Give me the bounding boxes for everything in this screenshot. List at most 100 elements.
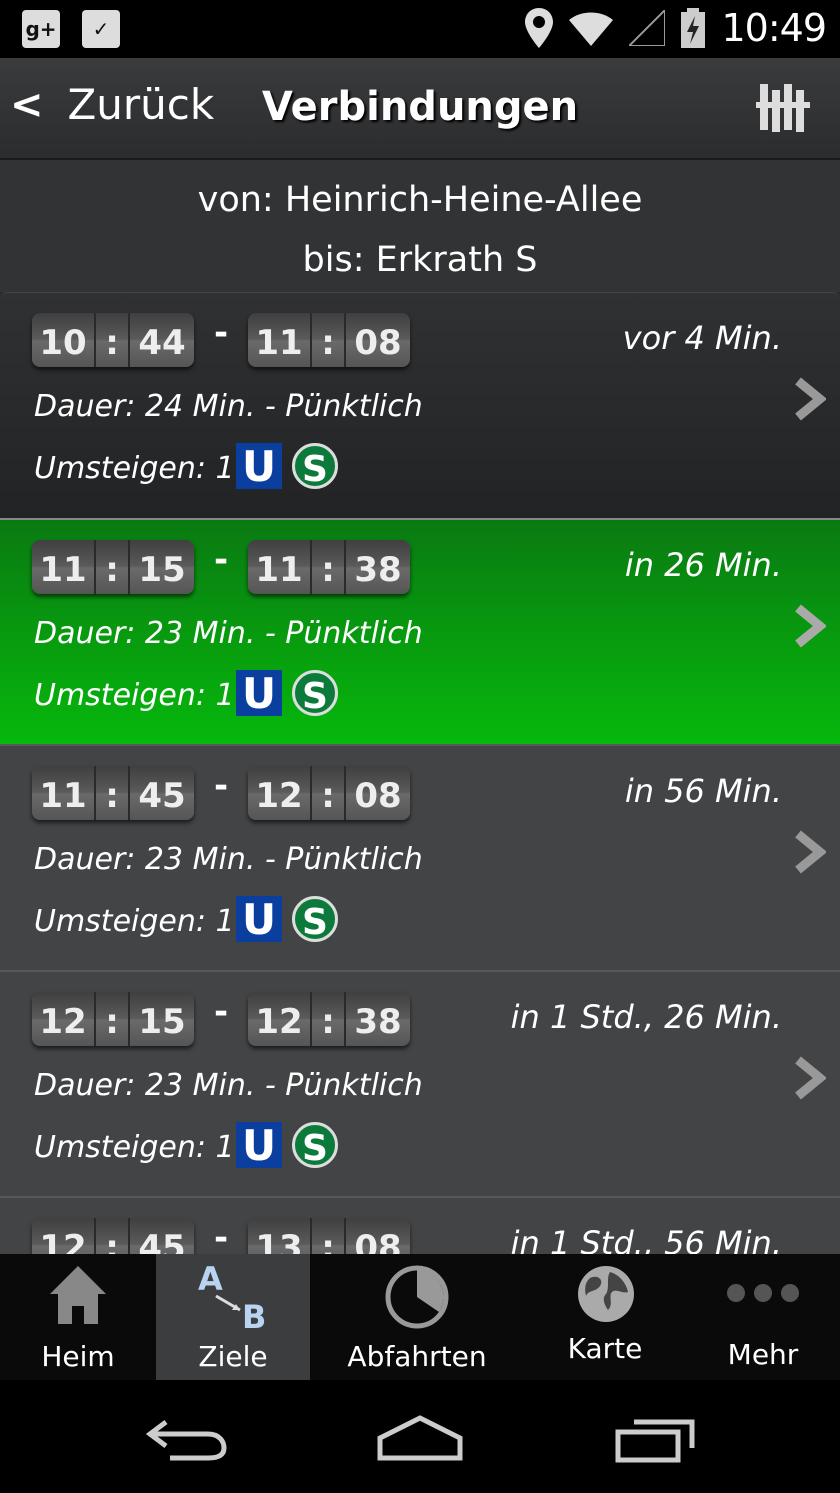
clock-pie-icon [385,1265,449,1329]
bottom-tab-bar: Heim A B Ziele Abfahrten Karte Mehr [0,1254,840,1380]
time-range: 12 : 45 - 13 : 08 [32,1218,410,1254]
time-dash: - [213,1218,229,1254]
departure-minute: 45 [138,1228,186,1254]
location-pin-icon [525,8,554,48]
arrival-hour: 11 [248,313,312,367]
departure-hour: 12 [32,1218,96,1254]
departure-minute: 44 [138,323,186,363]
arrival-minute: 38 [354,1002,402,1042]
connection-list[interactable]: 10 : 44 - 11 : 08 vor 4 Min. Dauer: 24 M… [0,292,840,1254]
status-time: 10:49 [721,6,827,50]
arrival-time: 11 : 08 [248,313,410,367]
duration-text: Dauer: 23 Min. - Pünktlich [34,842,423,877]
departure-hour: 10 [32,313,96,367]
tab-heim[interactable]: Heim [0,1254,156,1380]
arrival-hour: 12 [248,992,312,1046]
connection-row[interactable]: 12 : 45 - 13 : 08 in 1 Std., 56 Min. [0,1196,840,1254]
arrival-hour: 11 [248,540,312,594]
time-dash: - [213,313,229,353]
a-to-b-icon: A B [198,1260,266,1332]
nav-home-icon[interactable] [376,1414,464,1462]
time-dash: - [213,992,229,1032]
chevron-right-icon [795,830,826,874]
more-dots-icon [727,1284,799,1302]
connection-row[interactable]: 11 : 45 - 12 : 08 in 56 Min. Dauer: 23 M… [0,744,840,970]
time-colon: : [96,313,130,367]
u-bahn-badge: U [236,896,282,944]
tab-ziele[interactable]: A B Ziele [156,1254,310,1380]
connection-row[interactable]: 12 : 15 - 12 : 38 in 1 Std., 26 Min. Dau… [0,970,840,1196]
time-range: 11 : 15 - 11 : 38 [32,540,410,594]
relative-time: vor 4 Min. [622,319,782,357]
arrival-hour: 12 [248,766,312,820]
departure-hour: 12 [32,992,96,1046]
time-colon: : [312,766,346,820]
departure-hour: 11 [32,766,96,820]
duration-text: Dauer: 23 Min. - Pünktlich [34,1068,423,1103]
departure-minute: 15 [138,550,186,590]
s-bahn-badge: S [292,896,338,943]
departure-time: 10 : 44 [32,313,194,367]
action-bar: < Zurück Verbindungen [0,58,840,160]
chevron-right-icon [795,377,826,421]
time-dash: - [213,766,229,806]
departure-minute: 45 [138,776,186,816]
tab-mehr[interactable]: Mehr [686,1254,840,1380]
s-bahn-badge: S [292,443,338,490]
tab-label: Mehr [727,1338,799,1371]
arrival-minute: 38 [354,550,402,590]
time-colon: : [312,313,346,367]
route-from: von: Heinrich-Heine-Allee [197,180,643,220]
duration-text: Dauer: 23 Min. - Pünktlich [34,616,423,651]
arrival-minute: 08 [354,1228,402,1254]
route-to: bis: Erkrath S [302,240,538,280]
route-header: von: Heinrich-Heine-Allee bis: Erkrath S [0,160,840,292]
s-bahn-badge: S [292,1122,338,1169]
chevron-right-icon [795,604,826,648]
battery-charging-icon [681,8,706,48]
signal-icon [629,10,666,46]
svg-text:B: B [242,1298,266,1332]
arrival-minute: 08 [354,776,402,816]
u-bahn-badge: U [236,670,282,718]
time-colon: : [312,1218,346,1254]
changes-text: Umsteigen: 1 [34,904,235,939]
time-range: 10 : 44 - 11 : 08 [32,313,410,367]
tab-label: Abfahrten [347,1340,487,1373]
connection-row[interactable]: 10 : 44 - 11 : 08 vor 4 Min. Dauer: 24 M… [0,292,840,518]
departure-hour: 11 [32,540,96,594]
house-icon [50,1266,106,1324]
wifi-icon [569,12,614,46]
tab-label: Ziele [198,1340,268,1373]
changes-text: Umsteigen: 1 [34,451,235,486]
nav-recents-icon[interactable] [614,1414,698,1464]
tab-label: Karte [567,1332,643,1365]
nav-back-icon[interactable] [146,1416,228,1462]
time-range: 12 : 15 - 12 : 38 [32,992,410,1046]
arrival-time: 12 : 08 [248,766,410,820]
arrival-time: 11 : 38 [248,540,410,594]
time-colon: : [312,992,346,1046]
google-plus-icon: g+ [22,10,60,48]
transit-logo-icon[interactable] [756,80,810,136]
page-title: Verbindungen [261,84,579,130]
relative-time: in 1 Std., 26 Min. [510,998,782,1036]
changes-text: Umsteigen: 1 [34,678,235,713]
globe-icon [578,1266,634,1322]
relative-time: in 26 Min. [624,546,782,584]
departure-time: 11 : 45 [32,766,194,820]
svg-text:A: A [198,1260,223,1298]
time-dash: - [213,540,229,580]
time-range: 11 : 45 - 12 : 08 [32,766,410,820]
arrival-time: 12 : 38 [248,992,410,1046]
tab-abfahrten[interactable]: Abfahrten [310,1254,524,1380]
relative-time: in 56 Min. [624,772,782,810]
time-colon: : [96,766,130,820]
connection-row[interactable]: 11 : 15 - 11 : 38 in 26 Min. Dauer: 23 M… [0,518,840,744]
time-colon: : [96,992,130,1046]
shopping-bag-check-icon: ✓ [82,10,120,48]
time-colon: : [96,540,130,594]
duration-text: Dauer: 24 Min. - Pünktlich [34,389,423,424]
tab-karte[interactable]: Karte [524,1254,686,1380]
departure-time: 12 : 45 [32,1218,194,1254]
